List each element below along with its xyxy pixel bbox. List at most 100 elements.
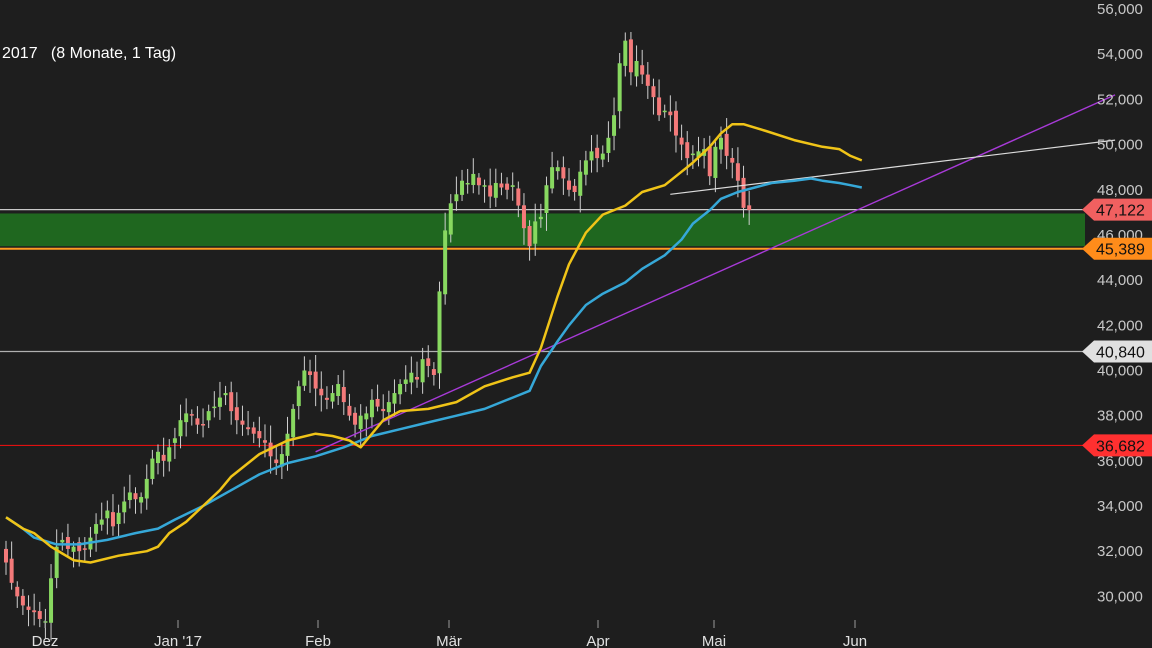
candle-body (9, 558, 14, 583)
candle-body (302, 370, 307, 386)
y-tick-label: 54,000 (1097, 46, 1143, 63)
candle-body (516, 188, 521, 206)
candle-body (94, 524, 99, 534)
y-tick-label: 38,000 (1097, 408, 1143, 425)
candle-body (144, 478, 149, 499)
candle-body (319, 388, 324, 396)
x-tick-label: Mai (702, 633, 726, 648)
candles-layer (4, 31, 752, 641)
candle-body (657, 97, 662, 116)
candle-body (465, 182, 470, 185)
candle-body (668, 111, 673, 116)
y-axis: 30,00032,00034,00036,00038,00040,00042,0… (1097, 1, 1143, 605)
candle-body (201, 424, 206, 426)
x-tick-label: Feb (305, 633, 331, 648)
candle-body (206, 411, 211, 421)
candle-body (37, 611, 42, 619)
y-tick-label: 32,000 (1097, 543, 1143, 560)
candle-body (561, 167, 566, 179)
x-tick-label: Jan '17 (154, 633, 202, 648)
candle-body (223, 393, 228, 396)
candle-body (341, 387, 346, 403)
candle-body (127, 492, 132, 501)
candle-body (49, 578, 54, 623)
indicator-lines (5, 94, 1116, 564)
candle-body (662, 110, 667, 113)
y-tick-label: 42,000 (1097, 317, 1143, 334)
price-badge-label-0: 47,122 (1096, 203, 1145, 220)
candle-body (229, 392, 234, 412)
candle-body (510, 185, 515, 187)
price-badge-label-2: 40,840 (1096, 344, 1145, 361)
candle-body (600, 153, 605, 160)
candle-body (71, 546, 76, 552)
candle-body (139, 496, 144, 503)
candle-body (420, 359, 425, 383)
candle-body (460, 180, 465, 195)
candle-body (184, 413, 189, 423)
candle-body (262, 440, 267, 443)
candle-body (719, 137, 724, 150)
candle-body (493, 182, 498, 198)
y-tick-label: 40,000 (1097, 362, 1143, 379)
candle-body (550, 167, 555, 189)
candle-body (612, 115, 617, 136)
candle-body (707, 147, 712, 177)
candle-body (195, 418, 200, 425)
candle-body (274, 459, 279, 464)
candle-body (651, 86, 656, 98)
candle-body (313, 371, 318, 389)
candle-body (156, 451, 161, 464)
candle-body (105, 510, 110, 519)
candle-body (685, 142, 690, 159)
candle-body (240, 420, 245, 425)
candle-body (595, 147, 600, 159)
candle-body (454, 194, 459, 202)
candle-body (443, 230, 448, 295)
candle-body (167, 447, 172, 462)
candle-body (623, 40, 628, 66)
candle-body (527, 226, 532, 247)
candle-body (403, 379, 408, 384)
price-badge-label-1: 45,389 (1096, 242, 1145, 259)
candle-body (578, 171, 583, 196)
x-tick-label: Apr (586, 633, 609, 648)
candle-body (628, 39, 633, 73)
candle-body (161, 454, 166, 461)
candle-body (60, 539, 65, 543)
y-tick-label: 30,000 (1097, 588, 1143, 605)
candle-body (251, 427, 256, 434)
candle-body (555, 167, 560, 172)
candle-body (567, 180, 571, 190)
candle-body (521, 205, 526, 229)
x-tick-label: Mär (436, 633, 462, 648)
candle-body (735, 163, 740, 181)
candle-body (488, 185, 493, 197)
candle-body (392, 393, 397, 404)
candle-body (414, 376, 419, 380)
candle-body (375, 398, 380, 407)
candle-body (99, 519, 104, 525)
candle-body (679, 137, 684, 145)
price-badge-label-3: 36,682 (1096, 438, 1145, 455)
candle-body (172, 438, 177, 443)
candle-body (369, 399, 374, 418)
x-tick-label: Dez (32, 633, 59, 648)
candle-body (133, 493, 138, 500)
candle-body (409, 372, 414, 383)
candle-body (20, 595, 25, 606)
y-tick-label: 34,000 (1097, 498, 1143, 515)
candle-body (26, 606, 31, 610)
candle-body (32, 610, 37, 613)
candle-body (572, 185, 577, 193)
candle-body (330, 393, 335, 402)
candle-body (398, 384, 403, 395)
candle-body (476, 177, 481, 186)
candle-body (15, 586, 20, 597)
candle-body (640, 65, 645, 75)
candle-body (724, 133, 729, 156)
candle-body (617, 63, 622, 112)
candle-body (347, 405, 352, 416)
x-axis: Dez Jan '17 Feb Mär Apr Mai Jun (32, 620, 867, 648)
candle-body (741, 177, 746, 208)
